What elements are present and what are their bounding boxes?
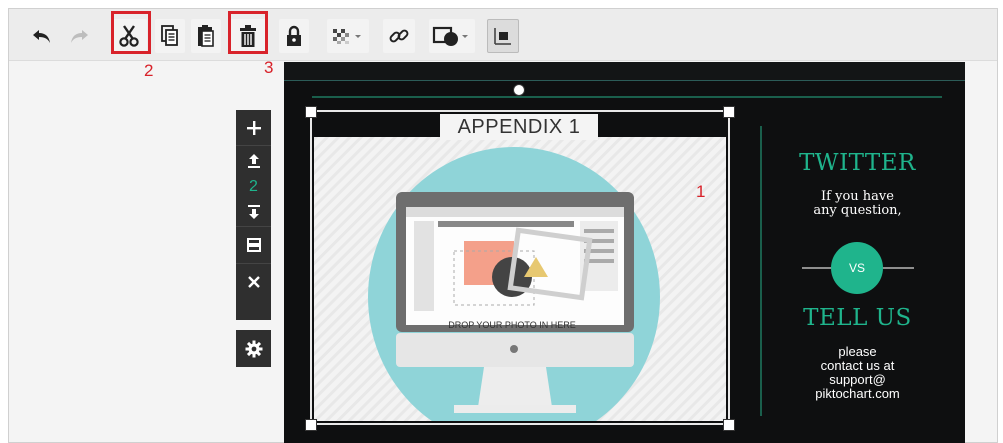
rows-icon: [246, 238, 261, 252]
paste-button[interactable]: [191, 19, 221, 53]
lock-button[interactable]: [279, 19, 309, 53]
shape-icon: [432, 26, 468, 46]
resize-handle-top-left[interactable]: [305, 106, 317, 118]
clipboard-icon: [198, 25, 214, 47]
gear-icon: [245, 340, 262, 357]
shape-button[interactable]: [429, 19, 475, 53]
vertical-divider: [760, 126, 762, 416]
contact-line2: contact us at: [820, 358, 895, 373]
arrange-button[interactable]: [487, 19, 519, 53]
contact-text: please contact us at support@ piktochart…: [790, 345, 925, 401]
add-block-button[interactable]: [236, 110, 271, 145]
plus-icon: [246, 120, 261, 135]
twitter-heading: TWITTER: [799, 150, 916, 176]
photo-placeholder[interactable]: DROP YOUR PHOTO IN HERE: [314, 137, 726, 421]
monitor-illustration: DROP YOUR PHOTO IN HERE: [314, 137, 726, 421]
twitter-text-line2: any question,: [813, 203, 902, 218]
appendix-title: APPENDIX 1: [440, 114, 598, 140]
undo-button[interactable]: [27, 19, 57, 53]
resize-handle-bottom-right[interactable]: [723, 419, 735, 431]
block-settings-panel: [236, 330, 271, 367]
canvas-divider: [284, 80, 965, 81]
link-icon: [389, 29, 409, 43]
checker-icon: [333, 29, 361, 44]
move-block-up-button[interactable]: [236, 146, 271, 176]
copy-icon: [161, 25, 178, 46]
layer-icon: [494, 28, 511, 45]
redo-icon: [71, 30, 88, 43]
transparency-button[interactable]: [327, 19, 369, 53]
vs-badge: VS: [831, 242, 883, 294]
block-side-panel: 2: [236, 110, 271, 320]
redo-button[interactable]: [64, 19, 94, 53]
contact-line1: please: [838, 344, 877, 359]
delete-block-button[interactable]: [236, 264, 271, 300]
move-down-icon: [247, 205, 260, 219]
link-button[interactable]: [383, 19, 415, 53]
undo-icon: [33, 30, 50, 43]
close-icon: [247, 276, 260, 288]
twitter-text-line1: If you have: [821, 189, 894, 204]
move-block-down-button[interactable]: [236, 198, 271, 226]
rotate-handle[interactable]: [513, 84, 525, 96]
move-up-icon: [247, 154, 260, 168]
copy-button[interactable]: [155, 19, 185, 53]
resize-handle-bottom-left[interactable]: [305, 419, 317, 431]
resize-handle-top-right[interactable]: [723, 106, 735, 118]
canvas-top-line: [312, 96, 942, 98]
delete-highlight-box: [228, 11, 268, 54]
annotation-label-1: 1: [696, 182, 706, 201]
duplicate-block-button[interactable]: [236, 227, 271, 263]
contact-line3: support@: [829, 372, 886, 387]
block-settings-button[interactable]: [236, 330, 271, 367]
canvas-top-strip: [284, 62, 965, 80]
annotation-label-2: 2: [144, 61, 154, 80]
toolbar: [9, 9, 997, 61]
tellus-heading: TELL US: [803, 305, 912, 331]
block-number: 2: [249, 178, 258, 195]
cut-highlight-box: [111, 11, 151, 54]
lock-icon: [287, 25, 301, 46]
annotation-label-3: 3: [264, 58, 274, 77]
photo-caption: DROP YOUR PHOTO IN HERE: [448, 320, 576, 330]
twitter-text: If you have any question,: [790, 190, 925, 218]
contact-line4: piktochart.com: [815, 386, 900, 401]
